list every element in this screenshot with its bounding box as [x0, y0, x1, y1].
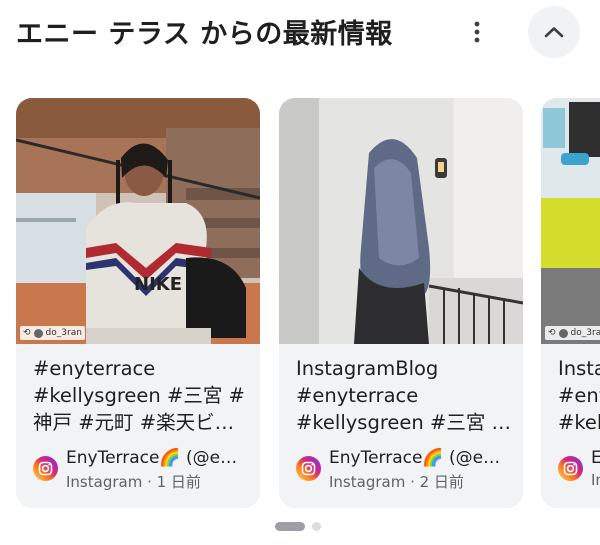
- image-credit: ⟲ do_3ra: [545, 326, 600, 340]
- source-meta: Instagram · 1 日前: [66, 473, 201, 491]
- card-photo: NIKE: [16, 98, 260, 344]
- card-photo: [541, 98, 600, 344]
- repost-icon: ⟲: [548, 328, 556, 338]
- card-title[interactable]: #enyterrace #kellysgreen #三宮 # 神戸 #元町 #楽…: [33, 355, 249, 436]
- credit-avatar: [558, 328, 568, 338]
- repost-icon: ⟲: [23, 328, 31, 338]
- more-options-button[interactable]: [462, 14, 492, 50]
- more-vert-icon: [474, 21, 480, 43]
- pager-dot[interactable]: [312, 522, 321, 531]
- card-thumbnail[interactable]: NIKE ⟲ do_3ran: [16, 98, 260, 344]
- source-name: E: [591, 448, 600, 468]
- card-source: EnyTerrace🌈 (@e… Instagram · 1 日前: [33, 448, 253, 492]
- card-photo: [279, 98, 523, 344]
- svg-text:NIKE: NIKE: [134, 274, 182, 295]
- instagram-icon: [296, 456, 321, 481]
- card-thumbnail[interactable]: ⟲ do_3ra: [541, 98, 600, 344]
- news-card[interactable]: NIKE ⟲ do_3ran #enyterrace #kellysgreen …: [16, 98, 260, 508]
- header: エニー テラス からの最新情報: [0, 0, 600, 70]
- source-name: EnyTerrace🌈 (@e…: [66, 448, 238, 468]
- collapse-button[interactable]: [528, 6, 580, 58]
- source-meta: In: [591, 471, 600, 489]
- image-credit: ⟲ do_3ran: [20, 326, 85, 340]
- card-title[interactable]: InstagramBlog #enyterrace #kellysgreen #…: [296, 355, 512, 436]
- source-name: EnyTerrace🌈 (@e…: [329, 448, 501, 468]
- news-card[interactable]: ⟲ do_3ra Insta #eny #kel: [541, 98, 600, 508]
- pager-dot-active[interactable]: [275, 522, 305, 531]
- page-title: エニー テラス からの最新情報: [16, 19, 393, 50]
- carousel-pager: [0, 522, 600, 532]
- card-thumbnail[interactable]: [279, 98, 523, 344]
- source-meta: Instagram · 2 日前: [329, 473, 464, 491]
- card-source: E In: [558, 448, 600, 492]
- news-card[interactable]: InstagramBlog #enyterrace #kellysgreen #…: [279, 98, 523, 508]
- news-carousel[interactable]: NIKE ⟲ do_3ran #enyterrace #kellysgreen …: [0, 98, 600, 510]
- chevron-up-icon: [544, 27, 564, 38]
- credit-avatar: [33, 328, 43, 338]
- card-source: EnyTerrace🌈 (@e… Instagram · 2 日前: [296, 448, 516, 492]
- instagram-icon: [558, 456, 583, 481]
- card-title[interactable]: Insta #eny #kel: [558, 355, 600, 436]
- instagram-icon: [33, 456, 58, 481]
